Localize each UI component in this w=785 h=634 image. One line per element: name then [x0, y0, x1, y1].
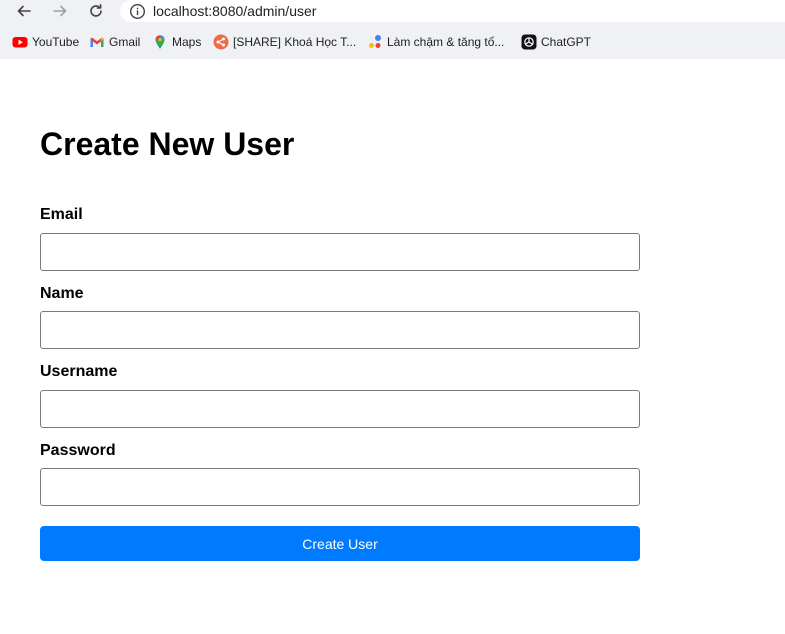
email-label: Email	[40, 206, 83, 223]
bookmark-maps[interactable]: Maps	[152, 30, 201, 54]
bookmark-label: Làm chậm & tăng tố...	[387, 35, 505, 49]
reload-button[interactable]	[84, 0, 108, 22]
bookmarks-bar: YouTube Gmail Maps [SHARE] Khoá Học T...…	[0, 30, 785, 54]
gmail-icon	[89, 34, 105, 50]
youtube-icon	[12, 34, 28, 50]
bookmark-label: [SHARE] Khoá Học T...	[233, 35, 357, 49]
username-field[interactable]	[40, 390, 640, 428]
bookmark-label: Maps	[172, 35, 202, 49]
bookmark-gmail[interactable]: Gmail	[89, 30, 140, 54]
password-field[interactable]	[40, 468, 640, 506]
username-label: Username	[40, 363, 118, 380]
forward-button[interactable]	[48, 0, 72, 22]
browser-toolbar: localhost:8080/admin/user	[0, 0, 785, 25]
bookmark-label: YouTube	[32, 35, 80, 49]
email-field[interactable]	[40, 233, 640, 271]
create-user-button[interactable]: Create User	[40, 526, 640, 561]
reload-icon	[90, 4, 102, 17]
url-text[interactable]: localhost:8080/admin/user	[153, 3, 316, 19]
browser-chrome: localhost:8080/admin/user YouTube Gmail	[0, 0, 785, 59]
page-title: Create New User	[40, 126, 295, 162]
bookmark-chatgpt[interactable]: ChatGPT	[521, 30, 591, 54]
name-field[interactable]	[40, 311, 640, 349]
bookmark-speed[interactable]: Làm chậm & tăng tố...	[367, 30, 504, 54]
site-info-icon[interactable]	[128, 2, 146, 20]
name-label: Name	[40, 285, 84, 302]
password-label: Password	[40, 442, 116, 459]
back-button[interactable]	[12, 0, 36, 22]
address-bar[interactable]: localhost:8080/admin/user	[120, 0, 785, 22]
bookmark-label: ChatGPT	[541, 35, 592, 49]
page-content: Create New User Email Name Username Pass…	[0, 59, 785, 634]
maps-icon	[152, 34, 168, 50]
back-arrow-icon	[17, 5, 31, 17]
share-icon	[213, 34, 229, 50]
bookmark-share-course[interactable]: [SHARE] Khoá Học T...	[213, 30, 356, 54]
dots-icon	[367, 34, 383, 50]
chatgpt-icon	[521, 34, 537, 50]
bookmark-label: Gmail	[109, 35, 141, 49]
bookmark-youtube[interactable]: YouTube	[12, 30, 79, 54]
forward-arrow-icon	[53, 5, 67, 17]
